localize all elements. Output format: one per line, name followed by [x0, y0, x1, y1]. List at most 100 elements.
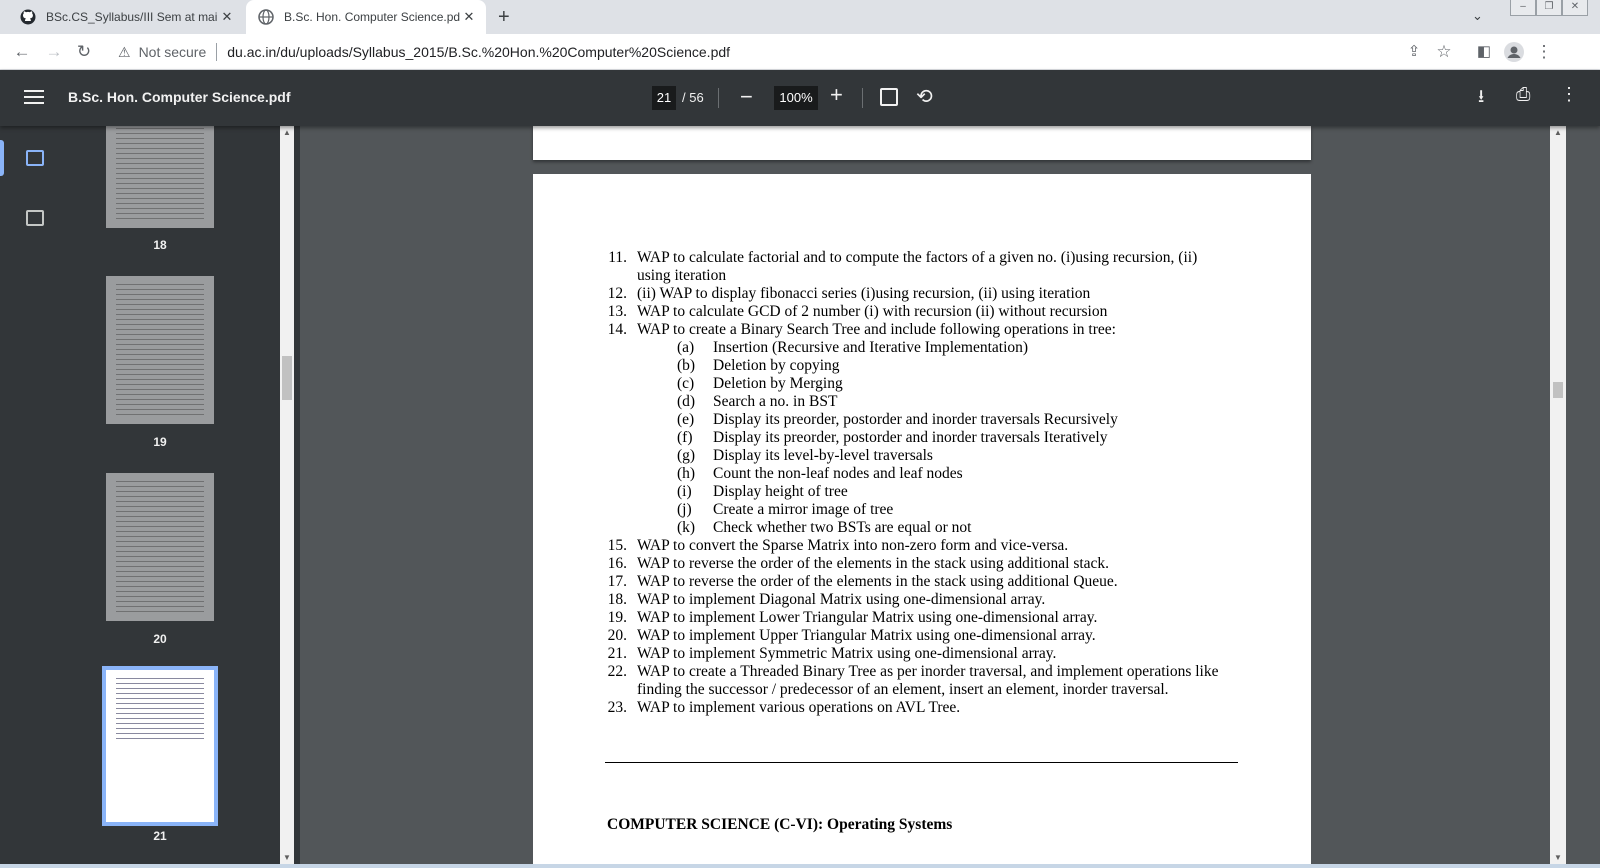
sub-item-text: Create a mirror image of tree	[713, 501, 894, 518]
pdf-toolbar: B.Sc. Hon. Computer Science.pdf 21 / 56 …	[0, 70, 1600, 126]
list-item-number: 18.	[607, 591, 627, 608]
list-item-number: 23.	[607, 699, 627, 716]
thumbnail-label: 20	[153, 632, 167, 646]
list-item-number: 22.	[607, 663, 627, 680]
list-item-number: 16.	[607, 555, 627, 572]
sidebar-tabs	[0, 126, 66, 864]
rotate-icon[interactable]: ⟲	[916, 84, 933, 109]
list-item-text: using iteration	[637, 267, 727, 284]
list-item-number: 14.	[607, 321, 627, 338]
page-thumbnail-18[interactable]	[106, 126, 214, 228]
warning-triangle-icon[interactable]: ⚠	[118, 44, 131, 61]
minimize-button[interactable]: –	[1510, 0, 1536, 16]
list-item-number: 19.	[607, 609, 627, 626]
scroll-down-icon[interactable]: ▼	[283, 853, 291, 862]
sub-item-letter: (a)	[677, 339, 695, 356]
sub-item-text: Count the non-leaf nodes and leaf nodes	[713, 465, 963, 482]
sub-item-letter: (k)	[677, 519, 696, 536]
tab-search-chevron-icon[interactable]: ⌄	[1472, 8, 1483, 24]
document-scrollbar[interactable]: ▲ ▼	[1550, 126, 1566, 864]
list-item-number: 21.	[607, 645, 627, 662]
fit-to-page-icon[interactable]	[880, 88, 898, 106]
list-item-number: 13.	[607, 303, 627, 320]
sub-item-text: Search a no. in BST	[713, 393, 838, 410]
list-item-number: 11.	[608, 249, 627, 266]
browser-toolbar: ← → ↻ ⚠ Not secure du.ac.in/du/uploads/S…	[0, 34, 1600, 70]
list-item-text: WAP to create a Binary Search Tree and i…	[637, 321, 1116, 338]
page-total: / 56	[682, 90, 704, 105]
print-icon[interactable]: ⎙	[1516, 84, 1530, 105]
divider	[862, 88, 863, 108]
list-item-text: WAP to calculate factorial and to comput…	[637, 249, 1198, 266]
sub-item-text: Deletion by Merging	[713, 375, 843, 392]
zoom-level-input[interactable]: 100%	[774, 86, 818, 110]
scrollbar-thumb[interactable]	[282, 356, 292, 400]
sidebar-scrollbar[interactable]: ▲ ▼	[280, 126, 294, 864]
divider	[216, 43, 218, 61]
list-item-text: WAP to implement Upper Triangular Matrix…	[637, 627, 1096, 644]
outline-icon[interactable]	[26, 210, 44, 226]
sub-item-letter: (c)	[677, 375, 695, 392]
share-icon[interactable]: ⇪	[1402, 40, 1426, 64]
close-tab-icon[interactable]: ✕	[218, 9, 236, 25]
tab-title: B.Sc. Hon. Computer Science.pdf	[284, 10, 460, 24]
list-item-number: 17.	[607, 573, 627, 590]
browser-tab-strip: BSc.CS_Syllabus/III Sem at main ✕ B.Sc. …	[0, 0, 1600, 34]
sub-item-text: Display its preorder, postorder and inor…	[713, 429, 1108, 446]
bookmark-star-icon[interactable]: ☆	[1432, 40, 1456, 64]
page-thumbnail-20[interactable]	[106, 473, 214, 621]
scroll-up-icon[interactable]: ▲	[283, 128, 291, 137]
zoom-out-icon[interactable]: −	[740, 84, 753, 110]
list-item-number: 12.	[607, 285, 627, 302]
os-taskbar	[0, 864, 1600, 868]
back-arrow-icon[interactable]: ←	[10, 40, 34, 64]
reload-icon[interactable]: ↻	[72, 40, 96, 64]
sub-item-text: Display its preorder, postorder and inor…	[713, 411, 1118, 428]
side-panel-icon[interactable]: ◧	[1472, 40, 1496, 64]
url-text[interactable]: du.ac.in/du/uploads/Syllabus_2015/B.Sc.%…	[227, 44, 730, 60]
close-tab-icon[interactable]: ✕	[460, 9, 478, 25]
list-item-number: 15.	[607, 537, 627, 554]
sidebar-menu-icon[interactable]	[22, 86, 46, 110]
scroll-down-icon[interactable]: ▼	[1554, 853, 1562, 862]
zoom-in-icon[interactable]: +	[830, 82, 843, 108]
sub-item-letter: (e)	[677, 411, 695, 428]
restore-button[interactable]: ❐	[1536, 0, 1562, 16]
thumbnail-label: 21	[153, 829, 167, 843]
page-thumbnail-21[interactable]	[102, 666, 218, 826]
document-viewport: 11. WAP to calculate factorial and to com…	[300, 126, 1600, 864]
list-item-text: WAP to convert the Sparse Matrix into no…	[637, 537, 1069, 554]
more-actions-icon[interactable]: ⋮	[1560, 84, 1578, 105]
thumbnail-label: 19	[153, 435, 167, 449]
page-number-input[interactable]: 21	[652, 86, 676, 110]
browser-tab-pdf[interactable]: B.Sc. Hon. Computer Science.pdf ✕	[246, 0, 486, 34]
thumbnails-icon[interactable]	[26, 150, 44, 166]
sub-item-letter: (f)	[677, 429, 693, 446]
browser-menu-icon[interactable]: ⋮	[1532, 40, 1556, 64]
profile-avatar-icon[interactable]	[1502, 40, 1526, 64]
pdf-page-21: 11. WAP to calculate factorial and to com…	[533, 174, 1311, 864]
list-item-text: WAP to implement Symmetric Matrix using …	[637, 645, 1057, 662]
document-title: B.Sc. Hon. Computer Science.pdf	[68, 89, 291, 105]
window-controls: – ❐ ✕	[1510, 0, 1588, 18]
list-item-text: WAP to implement various operations on A…	[637, 699, 961, 716]
sub-item-text: Insertion (Recursive and Iterative Imple…	[713, 339, 1029, 356]
github-icon	[20, 9, 36, 25]
download-icon[interactable]: ⭳	[1478, 84, 1484, 114]
new-tab-button[interactable]: +	[498, 6, 510, 29]
address-bar[interactable]: ⚠ Not secure du.ac.in/du/uploads/Syllabu…	[104, 38, 1488, 66]
divider	[718, 88, 719, 108]
forward-arrow-icon[interactable]: →	[42, 40, 66, 64]
pdf-page-20	[533, 126, 1311, 160]
browser-tab-github[interactable]: BSc.CS_Syllabus/III Sem at main ✕	[8, 0, 244, 34]
close-window-button[interactable]: ✕	[1562, 0, 1588, 16]
sub-item-letter: (i)	[677, 483, 692, 500]
active-indicator	[0, 140, 4, 176]
security-label[interactable]: Not secure	[139, 44, 207, 60]
scrollbar-thumb[interactable]	[1553, 382, 1563, 398]
scroll-up-icon[interactable]: ▲	[1554, 128, 1562, 137]
page-thumbnail-19[interactable]	[106, 276, 214, 424]
globe-icon	[258, 9, 274, 25]
sub-item-letter: (j)	[677, 501, 692, 518]
tab-title: BSc.CS_Syllabus/III Sem at main	[46, 10, 218, 24]
